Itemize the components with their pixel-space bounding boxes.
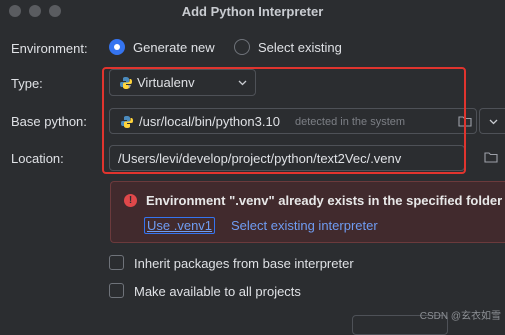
annotation-highlight-box — [102, 67, 466, 174]
environment-label: Environment: — [11, 41, 88, 56]
warning-message: Environment ".venv" already exists in th… — [146, 193, 503, 208]
base-python-label: Base python: — [11, 114, 87, 129]
watermark: CSDN @玄衣如雪 — [419, 311, 501, 322]
make-available-label[interactable]: Make available to all projects — [134, 284, 301, 299]
warning-panel: ! Environment ".venv" already exists in … — [110, 181, 505, 243]
folder-icon[interactable] — [484, 151, 498, 163]
select-existing-radio[interactable] — [234, 39, 250, 55]
window-title: Add Python Interpreter — [181, 4, 324, 19]
generate-new-radio[interactable] — [109, 39, 125, 55]
make-available-checkbox[interactable] — [109, 283, 124, 298]
chevron-down-icon — [489, 119, 498, 125]
title-bar: Add Python Interpreter — [0, 0, 505, 24]
error-icon: ! — [124, 194, 137, 207]
select-existing-interpreter-link[interactable]: Select existing interpreter — [231, 218, 378, 233]
use-venv1-link[interactable]: Use .venv1 — [144, 217, 216, 234]
location-label: Location: — [11, 151, 64, 166]
inherit-packages-label[interactable]: Inherit packages from base interpreter — [134, 256, 354, 271]
base-python-dropdown-button[interactable] — [479, 108, 505, 134]
type-label: Type: — [11, 76, 43, 91]
inherit-packages-checkbox[interactable] — [109, 255, 124, 270]
generate-new-label[interactable]: Generate new — [133, 40, 215, 55]
select-existing-label[interactable]: Select existing — [258, 40, 342, 55]
